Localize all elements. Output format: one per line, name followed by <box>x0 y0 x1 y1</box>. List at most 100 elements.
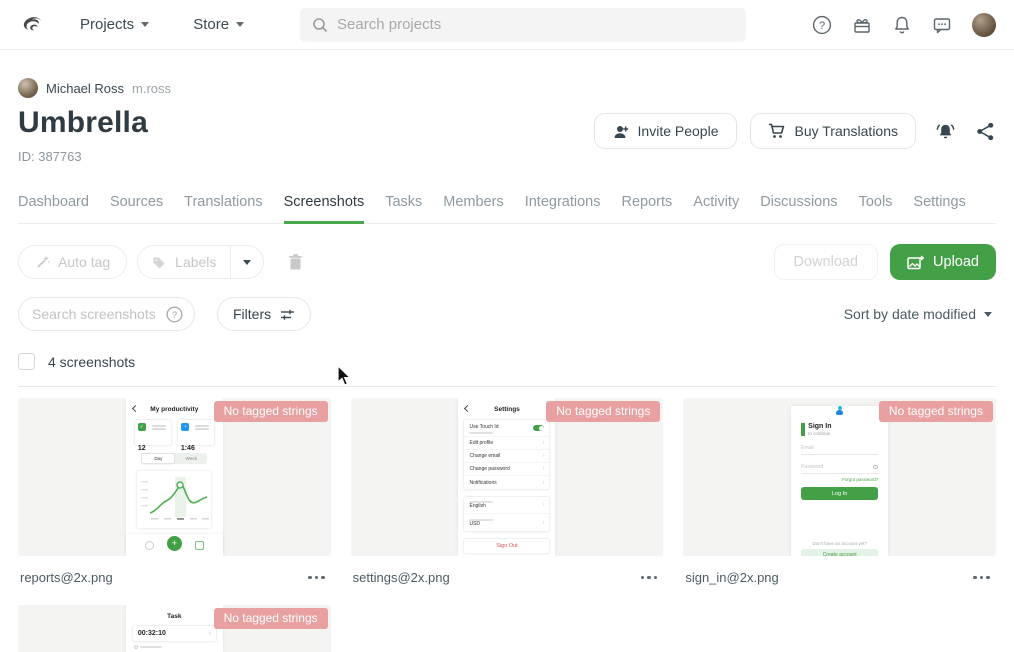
tab-discussions[interactable]: Discussions <box>760 194 837 224</box>
tab-screenshots[interactable]: Screenshots <box>284 194 365 224</box>
card-menu-icon[interactable] <box>639 572 660 584</box>
project-id: ID: 387763 <box>18 149 148 164</box>
sign-in-title: Sign In <box>808 423 831 431</box>
screenshot-filename[interactable]: reports@2x.png <box>20 570 113 585</box>
tab-tools[interactable]: Tools <box>859 194 893 224</box>
screenshot-search[interactable]: ? <box>18 297 195 331</box>
share-icon[interactable] <box>975 121 996 142</box>
chevron-right-icon <box>543 502 545 508</box>
nav-store-label: Store <box>193 16 229 33</box>
stat-value: 12 <box>138 445 168 452</box>
search-icon <box>312 17 328 33</box>
stat-value: 1:46 <box>181 445 211 452</box>
screenshot-card-settings: Settings Use Touch Id Edit profile Chang… <box>351 398 664 585</box>
chevron-right-icon <box>543 453 545 459</box>
upload-button[interactable]: Upload <box>890 244 996 280</box>
labels-split-button: Labels <box>137 245 264 279</box>
touch-id-label: Use Touch Id <box>469 424 498 430</box>
gift-icon[interactable] <box>852 15 872 35</box>
crowdin-logo-icon[interactable] <box>18 11 45 38</box>
invite-people-button[interactable]: Invite People <box>594 113 737 149</box>
no-tagged-strings-badge: No tagged strings <box>214 608 328 629</box>
project-dot-icon <box>134 645 138 649</box>
sign-in-preview: Sign In to continue Email Password Forgo… <box>791 406 888 556</box>
content-divider <box>18 386 996 387</box>
sign-in-subtitle: to continue <box>808 431 831 436</box>
download-button[interactable]: Download <box>774 244 879 280</box>
forgot-password-link: Forgot password? <box>801 477 878 482</box>
eye-icon <box>873 465 878 469</box>
card-menu-icon[interactable] <box>971 572 992 584</box>
screenshot-thumbnail[interactable]: Sign In to continue Email Password Forgo… <box>683 398 996 556</box>
project-notifications-icon[interactable] <box>935 121 956 142</box>
password-field: Password <box>801 464 878 474</box>
tab-integrations[interactable]: Integrations <box>525 194 601 224</box>
page-title: Umbrella <box>18 106 148 140</box>
search-help-icon[interactable]: ? <box>166 306 183 323</box>
email-field: Email <box>801 445 878 455</box>
screenshot-thumbnail[interactable]: Settings Use Touch Id Edit profile Chang… <box>351 398 664 556</box>
chevron-down-icon <box>236 22 244 27</box>
create-account-button: Create account <box>801 549 878 556</box>
labels-dropdown-button[interactable] <box>230 246 263 278</box>
stat-tasks: ✓ 12 <box>134 419 172 446</box>
tab-dashboard[interactable]: Dashboard <box>18 194 89 224</box>
back-arrow-icon <box>464 405 471 412</box>
nav-store-menu[interactable]: Store <box>193 16 244 33</box>
screenshot-search-input[interactable] <box>32 306 166 322</box>
stat-time: ◔ 1:46 <box>177 419 215 446</box>
preview-title: My productivity <box>126 398 223 413</box>
no-account-text: Don't have an account yet? <box>801 541 878 546</box>
log-in-button: Log In <box>801 487 878 500</box>
owner-avatar[interactable] <box>18 78 38 98</box>
filters-button[interactable]: Filters <box>217 297 311 331</box>
user-avatar[interactable] <box>972 13 996 37</box>
tab-sources[interactable]: Sources <box>110 194 163 224</box>
tab-members[interactable]: Members <box>443 194 503 224</box>
screenshot-thumbnail[interactable]: Task 00:32:10 No tagged strings <box>18 605 331 652</box>
chevron-right-icon <box>543 466 545 472</box>
sort-dropdown[interactable]: Sort by date modified <box>844 306 996 322</box>
screenshot-filename[interactable]: settings@2x.png <box>353 570 450 585</box>
labels-button[interactable]: Labels <box>138 246 230 278</box>
select-all-checkbox[interactable] <box>18 353 35 370</box>
help-icon[interactable]: ? <box>812 15 832 35</box>
tab-reports[interactable]: Reports <box>622 194 673 224</box>
productivity-chart <box>136 470 212 529</box>
nav-projects-menu[interactable]: Projects <box>80 16 149 33</box>
notifications-bell-icon[interactable] <box>892 15 912 35</box>
check-icon: ✓ <box>138 423 146 431</box>
chevron-right-icon <box>209 631 211 637</box>
upload-label: Upload <box>933 254 979 270</box>
global-search-input[interactable] <box>337 16 734 33</box>
buy-translations-button[interactable]: Buy Translations <box>750 113 917 149</box>
no-tagged-strings-badge: No tagged strings <box>214 401 328 422</box>
chevron-right-icon <box>543 480 545 486</box>
card-menu-icon[interactable] <box>306 572 327 584</box>
tab-translations[interactable]: Translations <box>184 194 262 224</box>
tab-tasks[interactable]: Tasks <box>385 194 422 224</box>
tab-activity[interactable]: Activity <box>693 194 739 224</box>
app-logo-icon <box>835 406 844 415</box>
delete-trash-icon[interactable] <box>287 253 304 271</box>
accent-block <box>801 423 805 436</box>
preview-title: Task <box>126 605 223 620</box>
top-navigation: Projects Store ? <box>0 0 1014 50</box>
owner-name[interactable]: Michael Ross <box>46 81 124 96</box>
shopping-cart-icon <box>768 123 786 139</box>
magic-wand-icon <box>35 255 50 270</box>
screenshot-thumbnail[interactable]: My productivity ✓ 12 ◔ 1:46 <box>18 398 331 556</box>
global-search[interactable] <box>300 8 746 42</box>
labels-label: Labels <box>175 254 216 270</box>
buy-translations-label: Buy Translations <box>795 123 899 139</box>
auto-tag-button[interactable]: Auto tag <box>18 245 127 279</box>
sign-out-button: Sign Out <box>463 538 550 554</box>
image-add-icon <box>907 255 924 270</box>
tab-settings[interactable]: Settings <box>913 194 965 224</box>
screenshot-filename[interactable]: sign_in@2x.png <box>685 570 778 585</box>
history-icon <box>145 541 154 550</box>
svg-text:?: ? <box>172 310 177 321</box>
messages-icon[interactable] <box>932 15 952 35</box>
reports-preview: My productivity ✓ 12 ◔ 1:46 <box>126 398 223 556</box>
sort-label: Sort by date modified <box>844 306 976 322</box>
